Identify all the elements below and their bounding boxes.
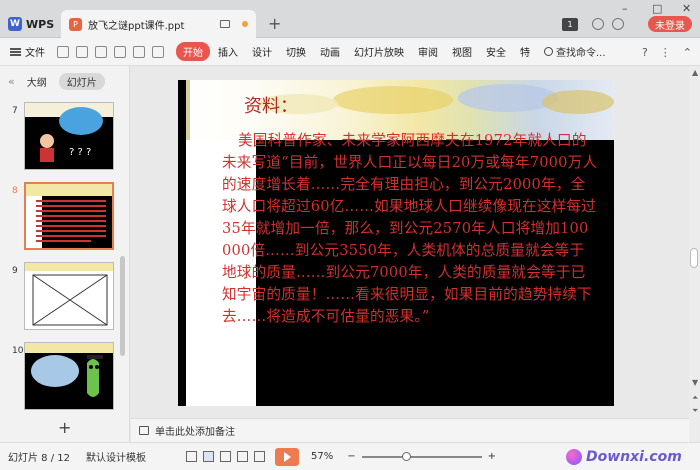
scroll-up-arrow-icon[interactable]: ▲: [692, 68, 698, 77]
print-icon[interactable]: [95, 45, 107, 58]
collapse-panel-icon[interactable]: «: [8, 75, 15, 88]
zoom-in-button[interactable]: +: [488, 451, 496, 462]
tab-slides[interactable]: 幻灯片: [58, 72, 105, 90]
scroll-down-arrow-icon[interactable]: ▼: [692, 378, 698, 387]
skin-icon[interactable]: [592, 18, 604, 30]
ribbon-right-controls: ? ⋮ ⌃: [642, 46, 692, 59]
presenter-view-icon[interactable]: [254, 451, 265, 462]
slide-panel: « 大纲 幻灯片 7 ? ? ? 8 9 10: [0, 66, 130, 442]
slide-number: 10: [12, 346, 24, 356]
maximize-button[interactable]: □: [652, 2, 662, 15]
slide-number: 9: [12, 266, 18, 276]
tab-outline[interactable]: 大纲: [27, 74, 47, 89]
tab-design[interactable]: 设计: [246, 42, 278, 61]
tab-view[interactable]: 视图: [446, 42, 478, 61]
document-tab[interactable]: P 放飞之谜ppt课件.ppt: [61, 10, 256, 38]
scrollbar-thumb[interactable]: [690, 248, 698, 268]
slide-counter: 幻灯片 8 / 12: [8, 453, 70, 464]
slide-sorter-icon[interactable]: [220, 451, 231, 462]
slide-preview-selected: [24, 182, 114, 250]
tab-home[interactable]: 开始: [176, 42, 210, 61]
slide-10-illustration: [25, 343, 113, 397]
search-icon: [544, 47, 553, 56]
slide-accent-bar: [186, 80, 190, 140]
tab-review[interactable]: 审阅: [412, 42, 444, 61]
slide-preview: [24, 342, 114, 410]
svg-text:? ? ?: ? ? ?: [69, 147, 91, 158]
next-slide-icon[interactable]: ⏷: [692, 406, 698, 416]
tab-slideshow[interactable]: 幻灯片放映: [348, 42, 410, 61]
picture-placeholder-icon: [25, 263, 113, 326]
play-icon: [283, 451, 291, 462]
user-icon[interactable]: [612, 18, 624, 30]
zoom-slider[interactable]: [361, 451, 482, 461]
watermark-text: Downxi.com: [586, 449, 682, 465]
slide-7-illustration: ? ? ?: [25, 103, 113, 162]
close-button[interactable]: ✕: [682, 2, 691, 15]
slide-body-text[interactable]: 美国科普作家、未来学家阿西摩夫在1972年就人口的未来写道“目前，世界人口正以每…: [222, 130, 598, 328]
notes-pane[interactable]: 单击此处添加备注: [131, 418, 689, 442]
file-menu-button[interactable]: 文件: [10, 44, 45, 59]
slide-number: 7: [12, 106, 18, 116]
more-button[interactable]: ⋮: [660, 46, 671, 59]
help-button[interactable]: ?: [642, 46, 648, 59]
menu-icon: [10, 47, 21, 56]
title-bar: W WPS P 放飞之谜ppt课件.ppt + – □ ✕ 1 未登录: [0, 0, 700, 38]
note-icon: [139, 426, 149, 435]
slide-preview: [24, 262, 114, 330]
reading-view-icon[interactable]: [237, 451, 248, 462]
template-name[interactable]: 默认设计模板: [86, 449, 146, 464]
collapse-ribbon-button[interactable]: ⌃: [683, 46, 692, 59]
monitor-icon[interactable]: [220, 20, 230, 28]
undo-icon[interactable]: [133, 45, 145, 58]
command-search[interactable]: 查找命令...: [544, 44, 606, 59]
tab-insert[interactable]: 插入: [212, 42, 244, 61]
preview-icon[interactable]: [114, 45, 126, 58]
ppt-file-icon: P: [69, 17, 82, 31]
wps-home-tab[interactable]: W WPS: [0, 10, 58, 38]
export-icon[interactable]: [76, 45, 88, 58]
zoom-out-button[interactable]: −: [347, 451, 355, 462]
file-menu-label: 文件: [25, 48, 45, 59]
login-button[interactable]: 未登录: [648, 16, 692, 32]
ribbon-bar: 文件 开始 插入 设计 切换 动画 幻灯片放映 审阅 视图 安全 特 查找命令.…: [0, 38, 700, 66]
tab-animation[interactable]: 动画: [314, 42, 346, 61]
version-badge[interactable]: 1: [562, 18, 578, 31]
play-slideshow-button[interactable]: [275, 447, 299, 466]
wps-tab-label: WPS: [26, 17, 55, 31]
slide-panel-scrollbar[interactable]: [120, 256, 125, 356]
redo-icon[interactable]: [152, 45, 164, 58]
search-label: 查找命令...: [556, 48, 606, 59]
tab-transition[interactable]: 切换: [280, 42, 312, 61]
zoom-level[interactable]: 57%: [311, 451, 333, 462]
save-icon[interactable]: [57, 45, 69, 58]
slide-preview: ? ? ?: [24, 102, 114, 170]
current-slide[interactable]: 资料： 美国科普作家、未来学家阿西摩夫在1972年就人口的未来写道“目前，世界人…: [178, 80, 614, 406]
document-title: 放飞之谜ppt课件.ppt: [88, 20, 185, 32]
notes-toggle-icon[interactable]: [186, 451, 197, 462]
quick-access-toolbar: [57, 45, 164, 58]
downxi-watermark: Downxi.com: [560, 444, 700, 470]
wps-logo-icon: W: [8, 17, 22, 31]
new-tab-button[interactable]: +: [268, 14, 281, 33]
slide-8-illustration: [26, 184, 112, 248]
tab-special[interactable]: 特: [514, 42, 536, 61]
slide-number: 8: [12, 186, 18, 196]
notes-placeholder[interactable]: 单击此处添加备注: [155, 423, 235, 438]
slide-left-bar: [178, 80, 186, 406]
ribbon-tabs: 开始 插入 设计 切换 动画 幻灯片放映 审阅 视图 安全 特: [176, 42, 536, 61]
tab-security[interactable]: 安全: [480, 42, 512, 61]
slide-editing-canvas[interactable]: 资料： 美国科普作家、未来学家阿西摩夫在1972年就人口的未来写道“目前，世界人…: [131, 66, 687, 418]
slide-panel-header: « 大纲 幻灯片: [0, 66, 129, 96]
normal-view-icon[interactable]: [203, 451, 214, 462]
add-slide-button[interactable]: +: [58, 418, 71, 437]
downxi-logo-icon: [566, 449, 582, 465]
previous-slide-icon[interactable]: ⏶: [692, 393, 698, 403]
slide-heading[interactable]: 资料：: [244, 92, 298, 118]
minimize-button[interactable]: –: [622, 2, 628, 15]
zoom-slider-knob[interactable]: [401, 451, 411, 461]
unsaved-dot-icon: [242, 21, 248, 27]
